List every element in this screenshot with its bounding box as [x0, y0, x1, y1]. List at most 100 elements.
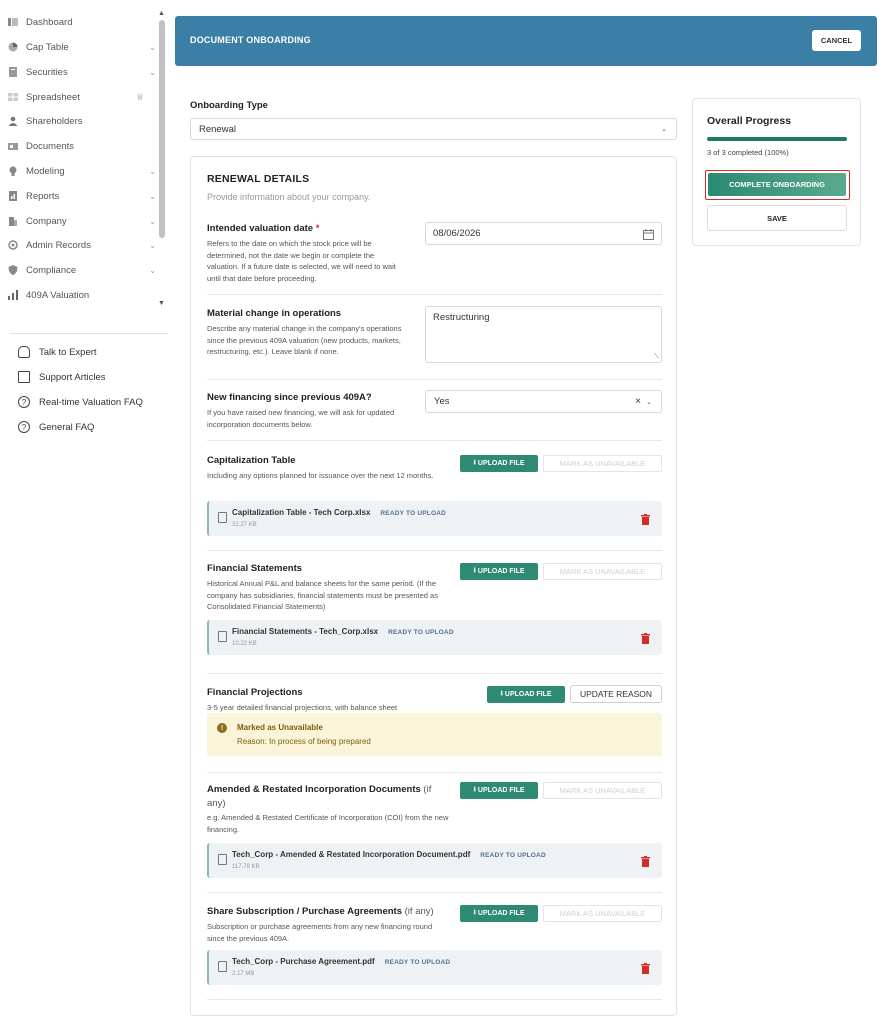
trash-icon[interactable] [641, 854, 650, 867]
doc-desc: Including any options planned for issuan… [207, 471, 434, 480]
help-label: General FAQ [39, 421, 95, 433]
calendar-icon[interactable] [643, 227, 654, 248]
file-item: Financial Statements - Tech_Corp.xlsx REA… [207, 620, 662, 655]
sidebar: Dashboard Cap Table ⌄ Securities ⌄ Sprea… [0, 0, 170, 1024]
chevron-down-icon: ⌄ [149, 67, 156, 77]
sidebar-item-label: Compliance [26, 264, 77, 276]
valuation-date-input[interactable]: 08/06/2026 [425, 222, 662, 245]
doc-desc: Subscription or purchase agreements from… [207, 922, 433, 943]
doc-title: Capitalization Table [207, 455, 296, 466]
onboarding-type-select[interactable]: Renewal ⌄ [190, 118, 677, 140]
section-subtitle: Provide information about your company. [207, 192, 371, 202]
sidebar-item-409a-valuation[interactable]: 409A Valuation [8, 284, 158, 306]
sidebar-item-reports[interactable]: Reports ⌄ [8, 185, 158, 207]
report-icon [8, 191, 18, 201]
crown-icon: ♕ [135, 91, 144, 102]
upload-file-button[interactable]: ⭳ UPLOAD FILE [460, 782, 538, 799]
material-change-textarea[interactable]: Restructuring ⃥ [425, 306, 662, 363]
sidebar-item-admin-records[interactable]: Admin Records ⌄ [8, 234, 158, 256]
sidebar-item-label: Shareholders [26, 115, 83, 127]
sidebar-item-shareholders[interactable]: Shareholders [8, 110, 158, 132]
sidebar-item-compliance[interactable]: Compliance ⌄ [8, 259, 158, 281]
sidebar-item-label: Securities [26, 66, 68, 78]
required-mark: * [315, 223, 320, 234]
divider [207, 772, 662, 773]
update-reason-button[interactable]: UPDATE REASON [570, 685, 662, 703]
chevron-down-icon: ⌄ [149, 166, 156, 176]
sidebar-scrollbar[interactable]: ▲ ▼ [158, 10, 165, 310]
book-icon [18, 371, 30, 383]
doc-title: Financial Statements [207, 563, 303, 574]
file-icon [218, 631, 227, 642]
file-name: Tech_Corp - Amended & Restated Incorpora… [232, 850, 471, 859]
mark-unavailable-button[interactable]: MARK AS UNAVAILABLE [543, 455, 662, 472]
sidebar-item-label: Reports [26, 190, 60, 202]
doc-title: Share Subscription / Purchase Agreements… [207, 906, 434, 917]
mark-unavailable-button[interactable]: MARK AS UNAVAILABLE [543, 563, 662, 580]
person-icon [8, 116, 18, 126]
help-support-articles[interactable]: Support Articles [18, 368, 106, 386]
sidebar-item-label: Dashboard [26, 16, 73, 28]
cancel-button[interactable]: CANCEL [812, 30, 861, 51]
sidebar-item-modeling[interactable]: Modeling ⌄ [8, 160, 158, 182]
help-talk-to-expert[interactable]: Talk to Expert [18, 343, 97, 361]
grid-icon [8, 92, 18, 102]
mark-unavailable-button[interactable]: MARK AS UNAVAILABLE [543, 782, 662, 799]
file-name: Financial Statements - Tech_Corp.xlsx [232, 627, 379, 636]
complete-onboarding-button[interactable]: COMPLETE ONBOARDING [708, 173, 846, 196]
download-icon: ⭳ [500, 690, 503, 697]
upload-file-button[interactable]: ⭳ UPLOAD FILE [460, 905, 538, 922]
valuation-date-label: Intended valuation date * [207, 223, 320, 234]
material-change-value: Restructuring [433, 312, 490, 323]
sidebar-item-dashboard[interactable]: Dashboard [8, 11, 158, 33]
new-financing-desc: If you have raised new financing, we wil… [207, 408, 395, 429]
scroll-down-arrow-icon[interactable]: ▼ [158, 300, 165, 307]
divider [207, 892, 662, 893]
file-name: Tech_Corp - Purchase Agreement.pdf [232, 957, 375, 966]
file-size: 117.78 KB [232, 864, 260, 870]
save-button[interactable]: SAVE [707, 205, 847, 231]
upload-file-button[interactable]: ⭳ UPLOAD FILE [487, 686, 565, 703]
upload-file-button[interactable]: ⭳ UPLOAD FILE [460, 455, 538, 472]
trash-icon[interactable] [641, 961, 650, 974]
new-financing-label: New financing since previous 409A? [207, 392, 372, 403]
sidebar-item-documents[interactable]: Documents [8, 135, 158, 157]
progress-panel: Overall Progress 3 of 3 completed (100%)… [692, 98, 861, 246]
dashboard-icon [8, 17, 18, 27]
file-icon [218, 961, 227, 972]
folder-icon [8, 141, 18, 151]
info-icon: ! [217, 723, 227, 733]
upload-file-button[interactable]: ⭳ UPLOAD FILE [460, 563, 538, 580]
sidebar-item-cap-table[interactable]: Cap Table ⌄ [8, 36, 158, 58]
trash-icon[interactable] [641, 631, 650, 644]
doc-desc: Historical Annual P&L and balance sheets… [207, 579, 438, 611]
scrollbar-thumb[interactable] [159, 20, 165, 238]
file-status: READY TO UPLOAD [384, 959, 451, 966]
file-size: 10.22 KB [232, 641, 257, 647]
file-status: READY TO UPLOAD [388, 629, 454, 636]
sidebar-item-label: Admin Records [26, 239, 91, 251]
sidebar-item-spreadsheet[interactable]: Spreadsheet ♕ [8, 86, 158, 108]
download-icon: ⭳ [473, 786, 476, 793]
clear-icon[interactable]: × [635, 396, 641, 407]
trash-icon[interactable] [641, 512, 650, 525]
new-financing-value: Yes [434, 396, 450, 407]
building-icon [8, 216, 18, 226]
doc-desc: 3-5 year detailed financial projections,… [207, 703, 398, 712]
mark-unavailable-button[interactable]: MARK AS UNAVAILABLE [543, 905, 662, 922]
new-financing-select[interactable]: Yes × ⌄ [425, 390, 662, 413]
file-status: READY TO UPLOAD [380, 510, 447, 517]
help-realtime-valuation-faq[interactable]: ? Real-time Valuation FAQ [18, 393, 143, 411]
download-icon: ⭳ [473, 909, 476, 916]
notice-reason: Reason: In process of being prepared [237, 737, 371, 746]
sidebar-divider [10, 333, 168, 334]
material-change-desc: Describe any material change in the comp… [207, 324, 402, 356]
sidebar-item-securities[interactable]: Securities ⌄ [8, 61, 158, 83]
page-header: DOCUMENT ONBOARDING CANCEL [175, 16, 877, 66]
file-size: 2.17 MB [232, 971, 255, 977]
file-item: Tech_Corp - Amended & Restated Incorpora… [207, 843, 662, 878]
sidebar-item-company[interactable]: Company ⌄ [8, 210, 158, 232]
help-general-faq[interactable]: ? General FAQ [18, 418, 94, 436]
file-size: 32.27 KB [232, 522, 257, 528]
scroll-up-arrow-icon[interactable]: ▲ [158, 10, 165, 17]
